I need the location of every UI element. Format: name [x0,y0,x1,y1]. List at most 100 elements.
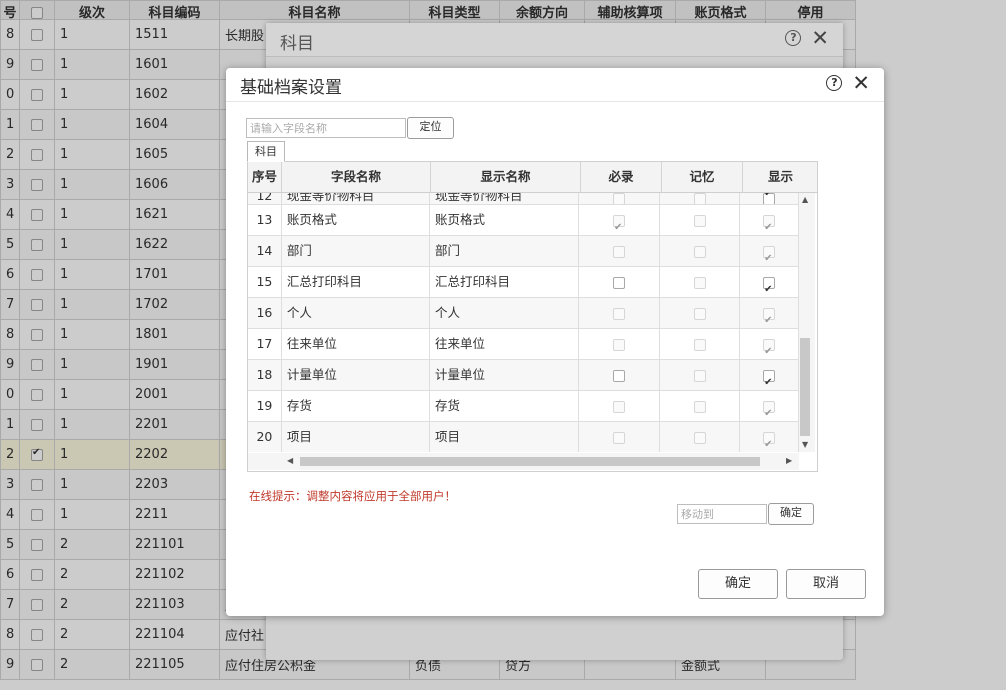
display-name-cell[interactable]: 往来单位 [430,329,580,359]
memory-cell [660,391,741,421]
help-icon[interactable]: ? [826,75,843,91]
show-cell [740,193,799,204]
memory-checkbox [693,369,706,382]
field-index: 14 [248,236,282,266]
required-cell [579,329,660,359]
memory-cell [660,236,741,266]
show-cell [740,360,799,390]
scroll-down-icon[interactable]: ▼ [802,440,808,449]
memory-cell [660,360,741,390]
display-name-cell[interactable]: 项目 [430,422,580,452]
memory-cell [660,205,741,235]
memory-cell [660,267,741,297]
column-index: 序号 [248,162,282,192]
required-cell [579,298,660,328]
scroll-left-icon[interactable]: ◀ [287,456,293,465]
display-name-cell[interactable]: 现金等价物科目 [430,193,580,204]
show-checkbox[interactable] [763,193,776,204]
tab-subject[interactable]: 科目 [247,141,285,162]
cancel-button[interactable]: 取消 [786,569,866,599]
memory-checkbox [693,245,706,258]
field-name: 现金等价物科目 [282,193,431,204]
field-name: 计量单位 [282,360,431,390]
field-row[interactable]: 20 项目 项目 [248,422,799,452]
show-checkbox [763,306,776,328]
memory-checkbox [693,431,706,444]
display-name-cell[interactable]: 存货 [430,391,580,421]
column-show: 显示 [767,169,793,184]
required-cell [579,360,660,390]
field-index: 12 [248,193,282,204]
show-cell [740,422,799,452]
field-search-input[interactable] [246,118,406,138]
show-cell [740,298,799,328]
field-row[interactable]: 16 个人 个人 [248,298,799,329]
show-cell [740,391,799,421]
show-checkbox [763,244,776,266]
memory-cell [660,298,741,328]
close-icon[interactable]: ✕ [852,73,870,94]
display-name-cell[interactable]: 账页格式 [430,205,580,235]
display-name-cell[interactable]: 部门 [430,236,580,266]
required-cell [579,236,660,266]
move-to-input[interactable] [677,504,767,524]
required-checkbox [612,338,625,351]
show-cell [740,205,799,235]
grid-header: 序号 字段名称 显示名称 必录 记忆 显示 [248,162,817,193]
memory-checkbox [693,307,706,320]
show-checkbox[interactable] [763,275,776,297]
field-row[interactable]: 13 账页格式 账页格式 [248,205,799,236]
field-row[interactable]: 17 往来单位 往来单位 [248,329,799,360]
horizontal-scroll-thumb[interactable] [300,457,760,466]
show-checkbox[interactable] [763,368,776,390]
field-index: 16 [248,298,282,328]
ok-button[interactable]: 确定 [698,569,778,599]
memory-checkbox [693,400,706,413]
field-name: 往来单位 [282,329,431,359]
show-checkbox [763,399,776,421]
column-required: 必录 [581,162,662,192]
required-checkbox[interactable] [612,276,625,289]
scroll-up-icon[interactable]: ▲ [802,195,808,204]
memory-checkbox [693,338,706,351]
show-cell [740,267,799,297]
field-row[interactable]: 19 存货 存货 [248,391,799,422]
vertical-scroll-thumb[interactable] [800,338,810,436]
field-name: 部门 [282,236,431,266]
field-index: 15 [248,267,282,297]
field-name: 账页格式 [282,205,431,235]
horizontal-scrollbar[interactable]: ◀ ▶ [248,453,799,470]
memory-checkbox [693,214,706,227]
grid-body: 12现金等价物科目现金等价物科目13账页格式账页格式14部门部门15汇总打印科目… [248,193,799,452]
close-icon[interactable]: ✕ [811,28,829,49]
column-display-name: 显示名称 [431,162,581,192]
memory-checkbox [693,193,706,204]
subject-dialog-header: 科目 ? ✕ [266,23,843,57]
show-checkbox [763,213,776,235]
required-checkbox[interactable] [612,369,625,382]
show-cell [740,236,799,266]
field-row[interactable]: 14 部门 部门 [248,236,799,267]
column-field-name: 字段名称 [282,162,431,192]
display-name-cell[interactable]: 计量单位 [430,360,580,390]
column-memory: 记忆 [662,162,743,192]
field-index: 19 [248,391,282,421]
scroll-right-icon[interactable]: ▶ [786,456,792,465]
field-row[interactable]: 15 汇总打印科目 汇总打印科目 [248,267,799,298]
basic-archive-settings-dialog: 基础档案设置 ? ✕ 定位 科目 序号 字段名称 显示名称 必录 记忆 显示 1… [226,68,884,616]
field-name: 存货 [282,391,431,421]
help-icon[interactable]: ? [785,30,802,46]
field-index: 18 [248,360,282,390]
subject-dialog-title: 科目 [280,34,314,54]
display-name-cell[interactable]: 个人 [430,298,580,328]
vertical-scrollbar[interactable]: ▲ ▼ [799,193,815,452]
locate-button[interactable]: 定位 [407,117,454,139]
field-row[interactable]: 18 计量单位 计量单位 [248,360,799,391]
required-cell [579,193,660,204]
required-cell [579,267,660,297]
required-checkbox [612,213,625,235]
field-row[interactable]: 12 现金等价物科目 现金等价物科目 [248,193,799,205]
display-name-cell[interactable]: 汇总打印科目 [430,267,580,297]
field-name: 个人 [282,298,431,328]
move-confirm-button[interactable]: 确定 [768,503,814,525]
